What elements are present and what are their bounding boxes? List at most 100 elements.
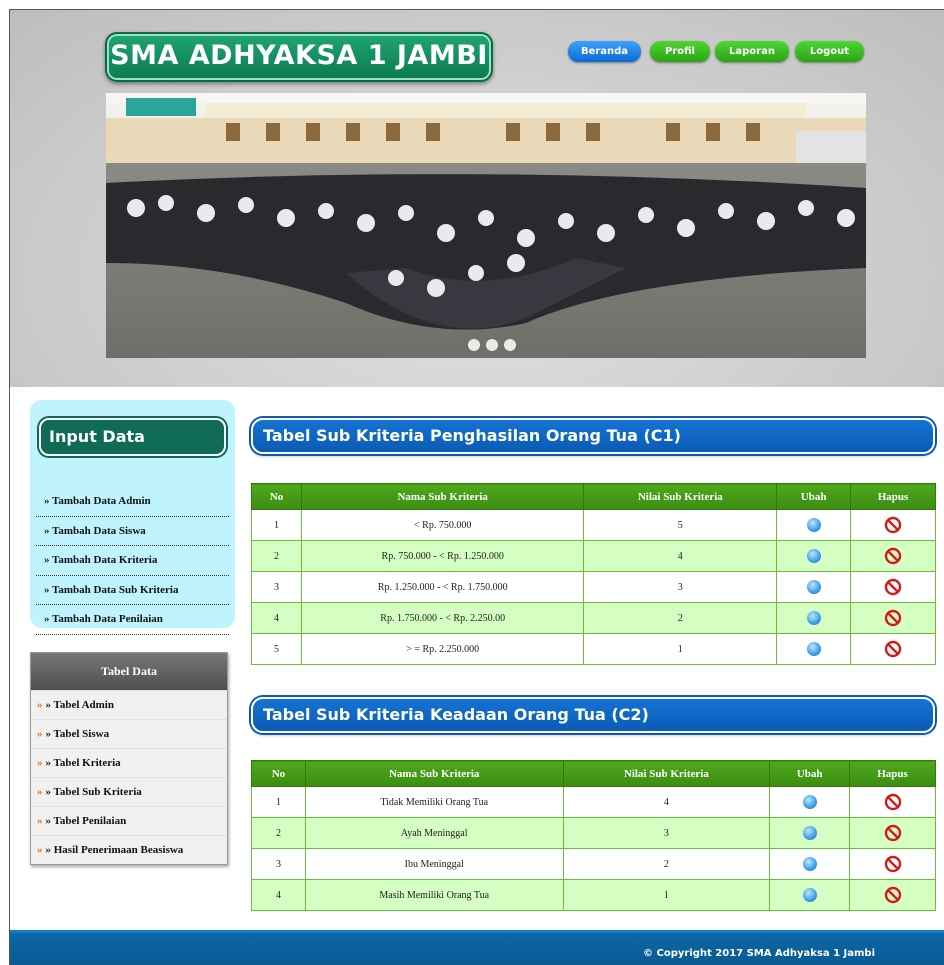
delete-icon[interactable]: [884, 824, 902, 842]
menu-label: » Tabel Admin: [45, 699, 114, 711]
site-logo[interactable]: SMA ADHYAKSA 1 JAMBI: [105, 32, 493, 82]
table-row: 2 Rp. 750.000 - < Rp. 1.250.000 4: [251, 540, 936, 572]
col-header-nilai: Nilai Sub Kriteria: [562, 760, 771, 787]
menu-tambah-kriteria[interactable]: » Tambah Data Kriteria: [36, 546, 229, 576]
chevron-right-icon: »: [37, 844, 43, 856]
col-header-no: No: [251, 483, 302, 510]
chevron-right-icon: »: [37, 699, 43, 711]
table-row: 3 Ibu Meninggal 2: [251, 848, 936, 880]
cell-no: 1: [251, 509, 302, 541]
table-row: 2 Ayah Meninggal 3: [251, 817, 936, 849]
nav-beranda[interactable]: Beranda: [568, 41, 641, 62]
page-frame: SMA ADHYAKSA 1 JAMBI Beranda Profil Lapo…: [9, 9, 944, 965]
cell-nama: Rp. 1.750.000 - < Rp. 2.250.00: [300, 602, 585, 634]
menu-label: » Tabel Kriteria: [45, 757, 121, 769]
input-data-panel: Input Data » Tambah Data Admin » Tambah …: [30, 400, 235, 635]
edit-icon[interactable]: [806, 642, 821, 656]
cell-nama: Ayah Meninggal: [304, 817, 564, 849]
table1: No Nama Sub Kriteria Nilai Sub Kriteria …: [251, 483, 936, 665]
cell-ubah: [769, 786, 851, 818]
cell-nama: Rp. 1.250.000 - < Rp. 1.750.000: [300, 571, 585, 603]
delete-icon[interactable]: [884, 640, 902, 658]
banner-image: [106, 93, 866, 358]
edit-icon[interactable]: [806, 580, 821, 594]
delete-icon[interactable]: [884, 516, 902, 534]
col-header-ubah: Ubah: [769, 760, 851, 787]
menu-tambah-admin[interactable]: » Tambah Data Admin: [36, 487, 229, 517]
menu-tabel-sub-kriteria[interactable]: »» Tabel Sub Kriteria: [31, 777, 227, 806]
cell-no: 4: [251, 879, 306, 911]
chevron-right-icon: »: [37, 815, 43, 827]
delete-icon[interactable]: [884, 855, 902, 873]
cell-hapus: [850, 509, 936, 541]
nav-laporan[interactable]: Laporan: [715, 41, 789, 62]
cell-hapus: [849, 879, 936, 911]
cell-hapus: [850, 633, 936, 665]
cell-nama: Tidak Memiliki Orang Tua: [304, 786, 564, 818]
cell-nilai: 4: [562, 786, 771, 818]
cell-nilai: 1: [562, 879, 771, 911]
delete-icon[interactable]: [884, 609, 902, 627]
cell-no: 1: [251, 786, 306, 818]
edit-icon[interactable]: [806, 518, 821, 532]
nav-logout[interactable]: Logout: [795, 41, 864, 62]
cell-ubah: [769, 879, 851, 911]
cell-nilai: 2: [583, 602, 778, 634]
cell-hapus: [849, 848, 936, 880]
col-header-no: No: [251, 760, 306, 787]
slide-dot-2[interactable]: [486, 339, 498, 351]
cell-no: 3: [251, 848, 306, 880]
table2-title: Tabel Sub Kriteria Keadaan Orang Tua (C2…: [251, 697, 935, 733]
delete-icon[interactable]: [884, 886, 902, 904]
menu-tambah-sub-kriteria[interactable]: » Tambah Data Sub Kriteria: [36, 576, 229, 605]
menu-hasil-penerimaan[interactable]: »» Hasil Penerimaan Beasiswa: [31, 835, 227, 864]
edit-icon[interactable]: [802, 888, 817, 902]
menu-tabel-admin[interactable]: »» Tabel Admin: [31, 690, 227, 719]
cell-nama: Masih Memiliki Orang Tua: [304, 879, 564, 911]
chevron-right-icon: »: [37, 786, 43, 798]
slide-dot-1[interactable]: [468, 339, 480, 351]
menu-tabel-penilaian[interactable]: »» Tabel Penilaian: [31, 806, 227, 835]
main-content: Input Data » Tambah Data Admin » Tambah …: [10, 387, 944, 930]
delete-icon[interactable]: [884, 793, 902, 811]
cell-no: 2: [251, 817, 306, 849]
table-row: 1 < Rp. 750.000 5: [251, 509, 936, 541]
cell-no: 2: [251, 540, 302, 572]
header: SMA ADHYAKSA 1 JAMBI Beranda Profil Lapo…: [10, 10, 944, 387]
edit-icon[interactable]: [806, 611, 821, 625]
cell-nilai: 5: [583, 509, 778, 541]
edit-icon[interactable]: [806, 549, 821, 563]
delete-icon[interactable]: [884, 578, 902, 596]
table-row: 5 > = Rp. 2.250.000 1: [251, 633, 936, 665]
table1-body: 1 < Rp. 750.000 5 2 Rp. 750.000 - < Rp. 1.25…: [251, 509, 936, 665]
cell-ubah: [769, 848, 851, 880]
cell-ubah: [776, 509, 852, 541]
cell-hapus: [849, 786, 936, 818]
cell-nama: Ibu Meninggal: [304, 848, 564, 880]
cell-ubah: [776, 540, 852, 572]
slide-dot-3[interactable]: [504, 339, 516, 351]
menu-label: » Tabel Penilaian: [45, 815, 127, 827]
tabel-data-title: Tabel Data: [31, 653, 227, 690]
col-header-hapus: Hapus: [849, 760, 936, 787]
menu-tambah-penilaian[interactable]: » Tambah Data Penilaian: [36, 605, 229, 635]
menu-tabel-siswa[interactable]: »» Tabel Siswa: [31, 719, 227, 748]
edit-icon[interactable]: [802, 795, 817, 809]
table1-title: Tabel Sub Kriteria Penghasilan Orang Tua…: [251, 418, 935, 454]
edit-icon[interactable]: [802, 826, 817, 840]
delete-icon[interactable]: [884, 547, 902, 565]
menu-label: » Hasil Penerimaan Beasiswa: [45, 844, 184, 856]
table2-body: 1 Tidak Memiliki Orang Tua 4 2 Ayah Meningga…: [251, 786, 936, 911]
cell-no: 4: [251, 602, 302, 634]
table-row: 4 Rp. 1.750.000 - < Rp. 2.250.00 2: [251, 602, 936, 634]
cell-hapus: [850, 602, 936, 634]
cell-nama: < Rp. 750.000: [300, 509, 585, 541]
menu-tambah-siswa[interactable]: » Tambah Data Siswa: [36, 517, 229, 546]
edit-icon[interactable]: [802, 857, 817, 871]
cell-nilai: 4: [583, 540, 778, 572]
menu-tabel-kriteria[interactable]: »» Tabel Kriteria: [31, 748, 227, 777]
cell-no: 5: [251, 633, 302, 665]
nav-profil[interactable]: Profil: [650, 41, 710, 62]
table-row: 1 Tidak Memiliki Orang Tua 4: [251, 786, 936, 818]
col-header-hapus: Hapus: [850, 483, 936, 510]
